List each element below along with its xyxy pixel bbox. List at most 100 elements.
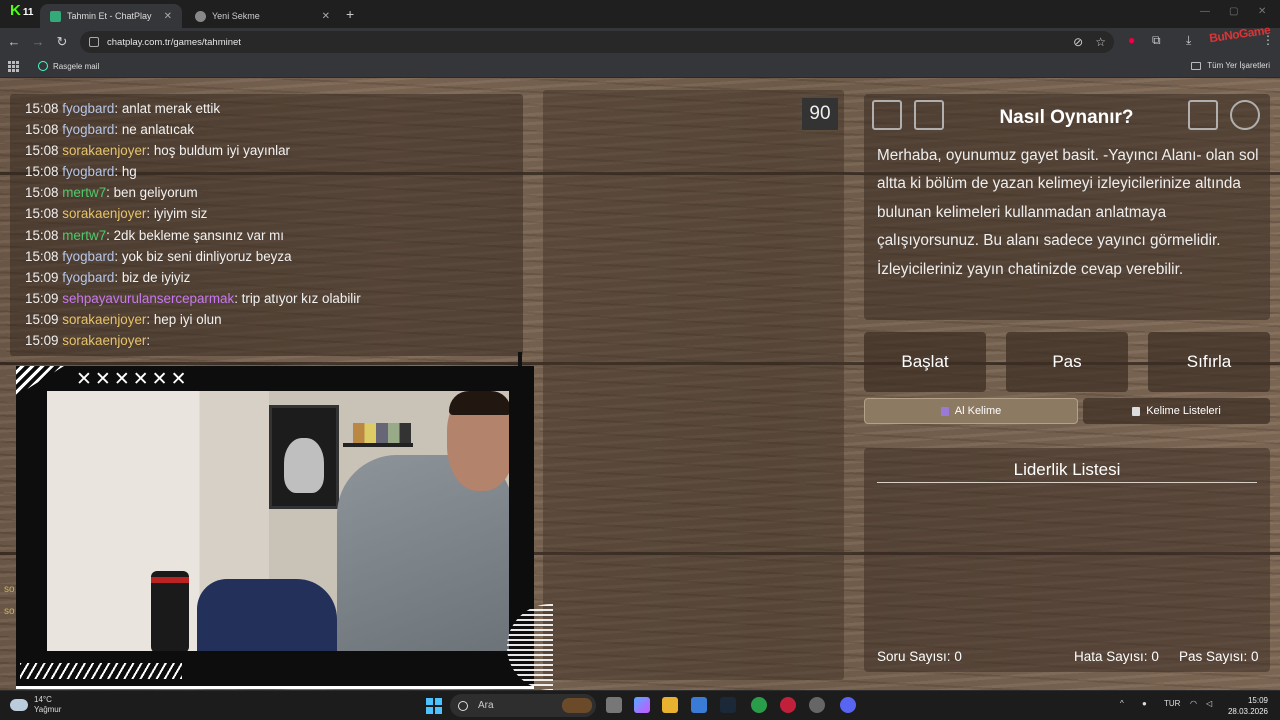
message-username[interactable]: fyogbard [62,270,114,285]
message-time: 15:08 [25,101,59,116]
chat-message: 15:08 fyogbard: hg [25,161,523,182]
hatch-decoration [20,663,182,679]
streamer-word-area [543,90,844,680]
chrome-icon[interactable] [751,697,767,713]
system-clock[interactable]: 15:09 28.03.2026 [1228,695,1268,717]
message-text: : iyiyim siz [146,206,208,222]
weather-widget[interactable]: 14°C Yağmur [10,695,61,715]
extensions-puzzle-icon[interactable]: ⧉ [1152,33,1161,48]
document-icon[interactable] [914,100,944,130]
settings-gear-icon[interactable] [1230,100,1260,130]
taskbar-search[interactable]: Ara [450,694,596,717]
start-button[interactable]: Başlat [864,332,986,392]
close-tab-icon[interactable]: ✕ [322,11,330,22]
chat-message: 15:08 sorakaenjoyer: hoş buldum iyi yayı… [25,140,523,161]
browser-toolbar: ← → ↻ chatplay.com.tr/games/tahminet ⊘ ☆… [0,28,1280,56]
tab-strip: K 11 Tahmin Et - ChatPlay ✕ Yeni Sekme ✕ … [0,0,1280,28]
exit-icon[interactable] [1188,100,1218,130]
message-username[interactable]: fyogbard [62,101,114,116]
back-icon[interactable]: ← [6,34,22,49]
message-text: : biz de iyiyiz [114,269,191,285]
discord-icon[interactable] [840,697,856,713]
apps-grid-icon[interactable] [8,61,19,72]
chat-message: 15:09 sorakaenjoyer: hep iyi olun [25,309,523,330]
message-username[interactable]: mertw7 [62,185,106,200]
horse-painting [269,405,339,509]
message-username[interactable]: sorakaenjoyer [62,333,146,348]
message-username[interactable]: sehpayavurulanserceparmak [62,291,234,306]
reload-icon[interactable]: ↻ [54,34,70,50]
file-explorer-icon[interactable] [662,697,678,713]
chat-message: 15:08 fyogbard: anlat merak ettik [25,98,523,119]
address-bar[interactable]: chatplay.com.tr/games/tahminet ⊘ ☆ [80,31,1114,53]
message-username[interactable]: sorakaenjoyer [62,143,146,158]
all-bookmarks-button[interactable]: Tüm Yer İşaretleri [1191,61,1270,70]
opera-gx-icon[interactable] [780,697,796,713]
bookmark-rasgele-mail[interactable]: Rasgele mail [38,61,99,71]
chat-message: 15:09 fyogbard: biz de iyiyiz [25,267,523,288]
copilot-icon[interactable] [634,697,650,713]
new-tab-button[interactable]: + [346,6,354,22]
microphone-icon[interactable]: ● [1142,699,1147,708]
chat-message: 15:08 fyogbard: yok biz seni dinliyoruz … [25,246,523,267]
get-word-button[interactable]: Al Kelime [864,398,1078,424]
task-view-icon[interactable] [606,697,622,713]
chatplay-favicon-icon [50,10,61,22]
site-info-icon[interactable] [89,37,99,47]
volume-icon[interactable]: ◁ [1206,699,1212,708]
app-icon[interactable] [809,697,825,713]
message-username[interactable]: fyogbard [62,122,114,137]
close-tab-icon[interactable]: ✕ [164,11,172,22]
message-username[interactable]: fyogbard [62,249,114,264]
message-time: 15:08 [25,122,59,138]
message-time: 15:09 [25,333,59,349]
message-username[interactable]: sorakaenjoyer [62,206,146,221]
streamer [337,391,509,651]
divider [877,482,1257,483]
webcam-video [47,391,509,651]
leaderboard-panel: Liderlik Listesi Soru Sayısı: 0 Hata Say… [864,448,1270,672]
message-time: 15:09 [25,269,59,285]
store-icon[interactable] [691,697,707,713]
fullscreen-icon[interactable] [872,100,902,130]
maximize-icon[interactable]: ▢ [1229,6,1238,17]
extension-icon[interactable]: ● [1128,33,1135,47]
message-time: 15:09 [25,311,59,327]
chat-scrollbar[interactable] [518,352,522,366]
webcam-overlay: ✕✕✕✕✕✕ [16,366,553,690]
language-indicator[interactable]: TUR [1164,699,1180,708]
minimize-icon[interactable]: — [1200,6,1210,17]
message-text: : hoş buldum iyi yayınlar [146,143,291,159]
chat-edge-fragment: so [4,606,15,617]
bookmark-star-icon[interactable]: ☆ [1095,35,1106,49]
message-username[interactable]: fyogbard [62,164,114,179]
message-time: 15:08 [25,164,59,180]
search-highlight-icon [562,698,592,713]
network-icon[interactable]: ◠ [1190,699,1197,708]
message-text: : ben geliyorum [106,185,198,201]
pass-button[interactable]: Pas [1006,332,1128,392]
leaderboard-title: Liderlik Listesi [1013,460,1121,479]
error-count: Hata Sayısı: 0 [1074,649,1159,664]
tray-chevron-icon[interactable]: ^ [1120,699,1124,708]
message-username[interactable]: sorakaenjoyer [62,312,146,327]
message-time: 15:08 [25,143,59,159]
eye-off-icon[interactable]: ⊘ [1073,35,1083,49]
start-icon[interactable] [426,698,442,714]
chat-message: 15:09 sorakaenjoyer: [25,330,523,351]
tab-title: Tahmin Et - ChatPlay [67,11,152,21]
tab-new-tab[interactable]: Yeni Sekme ✕ [185,4,340,28]
tab-title: Yeni Sekme [212,11,260,21]
steam-icon[interactable] [720,697,736,713]
rain-cloud-icon [10,699,28,711]
reset-button[interactable]: Sıfırla [1148,332,1270,392]
close-window-icon[interactable]: ✕ [1258,6,1266,17]
forward-icon[interactable]: → [30,34,46,49]
microphone [151,571,189,651]
tab-tahmin-et[interactable]: Tahmin Et - ChatPlay ✕ [40,4,182,28]
kick-extension-icon[interactable]: K 11 [10,2,44,22]
download-icon[interactable]: ⤓ [1186,33,1191,48]
message-username[interactable]: mertw7 [62,228,106,243]
bookmarks-bar: Rasgele mail Tüm Yer İşaretleri [0,56,1280,78]
word-lists-button[interactable]: Kelime Listeleri [1083,398,1270,424]
